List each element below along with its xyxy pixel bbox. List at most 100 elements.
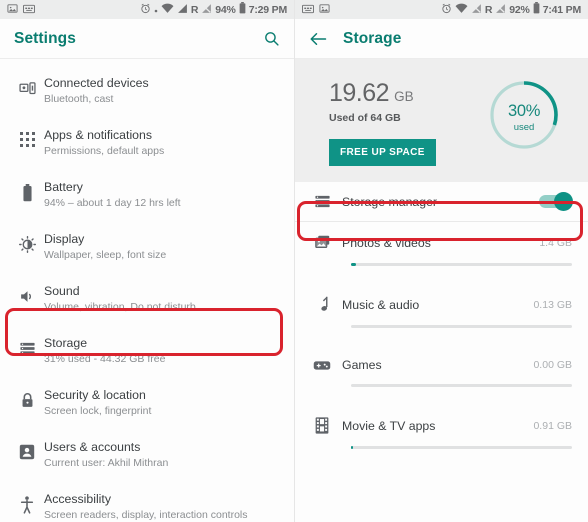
category-bar-fill bbox=[351, 263, 356, 266]
gamepad-icon bbox=[305, 359, 339, 372]
settings-list: Connected devices Bluetooth, cast Apps &… bbox=[0, 59, 294, 522]
sidebar-item-subtitle: Screen lock, fingerprint bbox=[44, 405, 152, 417]
sound-volume-icon bbox=[10, 279, 44, 305]
battery-icon bbox=[239, 1, 246, 19]
sidebar-item-subtitle: Permissions, default apps bbox=[44, 145, 165, 157]
sidebar-item-subtitle: Volume, vibration, Do not disturb bbox=[44, 301, 196, 313]
sidebar-item-label: Connected devices bbox=[44, 76, 149, 90]
category-bar-track bbox=[351, 446, 572, 449]
sidebar-item-subtitle: Current user: Akhil Mithran bbox=[44, 457, 169, 469]
sidebar-item-subtitle: Bluetooth, cast bbox=[44, 93, 114, 105]
category-name: Photos & videos bbox=[342, 235, 431, 250]
storage-icon bbox=[10, 331, 44, 357]
sidebar-item-subtitle: 94% – about 1 day 12 hrs left bbox=[44, 197, 181, 209]
category-row-photos[interactable]: Photos & videos 1.4 GB bbox=[295, 225, 588, 266]
category-size: 1.4 GB bbox=[539, 236, 572, 249]
wifi-icon bbox=[455, 1, 468, 19]
storage-manager-label: Storage manager bbox=[342, 194, 438, 209]
used-value: 19.62 bbox=[329, 79, 390, 107]
lock-icon bbox=[10, 383, 44, 409]
used-amount: 19.62 GB bbox=[329, 79, 486, 108]
storage-manager-icon bbox=[305, 193, 339, 210]
settings-screen: R 94% 7:29 PM Settings Connected devices… bbox=[0, 0, 294, 522]
category-size: 0.91 GB bbox=[533, 419, 572, 432]
storage-screen: R 92% 7:41 PM Storage 19.62 GB Used of 6… bbox=[294, 0, 588, 522]
sidebar-item-sound[interactable]: Sound Volume, vibration, Do not disturb bbox=[0, 271, 294, 323]
music-note-icon bbox=[305, 296, 339, 313]
apps-grid-icon bbox=[10, 123, 44, 147]
sidebar-item-accessibility[interactable]: Accessibility Screen readers, display, i… bbox=[0, 479, 294, 522]
sidebar-item-users-accounts[interactable]: Users & accounts Current user: Akhil Mit… bbox=[0, 427, 294, 479]
category-size: 0.00 GB bbox=[533, 359, 572, 371]
clock-label: 7:29 PM bbox=[248, 3, 287, 16]
page-title: Settings bbox=[14, 29, 76, 47]
category-bar-track bbox=[351, 263, 572, 266]
category-name: Movie & TV apps bbox=[342, 418, 436, 433]
category-row-music[interactable]: Music & audio 0.13 GB bbox=[295, 287, 588, 328]
toggle-knob bbox=[554, 192, 573, 211]
back-arrow-icon[interactable] bbox=[309, 31, 327, 47]
category-bar-track bbox=[351, 384, 572, 387]
battery-icon bbox=[10, 175, 44, 202]
free-up-space-button[interactable]: FREE UP SPACE bbox=[329, 139, 436, 166]
storage-summary: 19.62 GB Used of 64 GB FREE UP SPACE 30%… bbox=[295, 59, 588, 182]
display-brightness-icon bbox=[10, 227, 44, 253]
sidebar-item-label: Security & location bbox=[44, 388, 146, 402]
sidebar-item-label: Battery bbox=[44, 180, 83, 194]
settings-app-bar: Settings bbox=[0, 19, 294, 59]
dual-screenshot: R 94% 7:29 PM Settings Connected devices… bbox=[0, 0, 588, 522]
ring-svg bbox=[490, 81, 558, 149]
storage-manager-row[interactable]: Storage manager bbox=[295, 182, 588, 221]
sidebar-item-subtitle: 31% used - 44.32 GB free bbox=[44, 353, 166, 365]
image-icon bbox=[319, 1, 330, 19]
storage-categories: Photos & videos 1.4 GB Music & audio 0.1… bbox=[295, 222, 588, 449]
screenshot-icon bbox=[23, 1, 35, 19]
dot-icon bbox=[154, 1, 158, 19]
status-bar-right: R 92% 7:41 PM bbox=[295, 0, 588, 19]
sidebar-item-label: Storage bbox=[44, 336, 88, 350]
sidebar-item-subtitle: Wallpaper, sleep, font size bbox=[44, 249, 167, 261]
search-icon[interactable] bbox=[263, 30, 280, 47]
status-bar-left: R 94% 7:29 PM bbox=[0, 0, 294, 19]
roaming-label: R bbox=[484, 3, 493, 16]
connected-devices-icon bbox=[10, 71, 44, 97]
screenshot-icon bbox=[302, 1, 314, 19]
sidebar-item-label: Sound bbox=[44, 284, 80, 298]
category-name: Games bbox=[342, 358, 382, 372]
sidebar-item-connected-devices[interactable]: Connected devices Bluetooth, cast bbox=[0, 63, 294, 115]
photos-icon bbox=[305, 234, 339, 251]
accessibility-icon bbox=[10, 487, 44, 514]
category-bar-fill bbox=[351, 446, 353, 449]
wifi-icon bbox=[161, 1, 174, 19]
alarm-icon bbox=[441, 1, 452, 19]
category-bar-track bbox=[351, 325, 572, 328]
storage-manager-toggle[interactable] bbox=[539, 192, 573, 211]
sidebar-item-battery[interactable]: Battery 94% – about 1 day 12 hrs left bbox=[0, 167, 294, 219]
category-size: 0.13 GB bbox=[533, 298, 572, 311]
sidebar-item-security-location[interactable]: Security & location Screen lock, fingerp… bbox=[0, 375, 294, 427]
signal-icon bbox=[177, 1, 188, 19]
sidebar-item-label: Display bbox=[44, 232, 85, 246]
signal2-icon bbox=[495, 1, 506, 19]
category-row-movie-tv[interactable]: Movie & TV apps 0.91 GB bbox=[295, 408, 588, 449]
sidebar-item-label: Users & accounts bbox=[44, 440, 141, 454]
category-name: Music & audio bbox=[342, 297, 420, 312]
signal2-icon bbox=[201, 1, 212, 19]
image-icon bbox=[7, 1, 18, 19]
battery-percent-label: 92% bbox=[509, 3, 530, 16]
sidebar-item-label: Accessibility bbox=[44, 492, 111, 506]
film-strip-icon bbox=[305, 417, 339, 434]
category-row-games[interactable]: Games 0.00 GB bbox=[295, 349, 588, 387]
sidebar-item-subtitle: Screen readers, display, interaction con… bbox=[44, 509, 248, 521]
sidebar-item-storage[interactable]: Storage 31% used - 44.32 GB free bbox=[0, 323, 294, 375]
sidebar-item-display[interactable]: Display Wallpaper, sleep, font size bbox=[0, 219, 294, 271]
storage-app-bar: Storage bbox=[295, 19, 588, 59]
person-icon bbox=[10, 435, 44, 460]
clock-label: 7:41 PM bbox=[542, 3, 581, 16]
used-unit: GB bbox=[394, 89, 414, 104]
sidebar-item-label: Apps & notifications bbox=[44, 128, 153, 142]
battery-percent-label: 94% bbox=[215, 3, 236, 16]
used-of-label: Used of 64 GB bbox=[329, 112, 401, 124]
sidebar-item-apps-notifications[interactable]: Apps & notifications Permissions, defaul… bbox=[0, 115, 294, 167]
storage-usage-ring: 30% used bbox=[486, 77, 562, 158]
